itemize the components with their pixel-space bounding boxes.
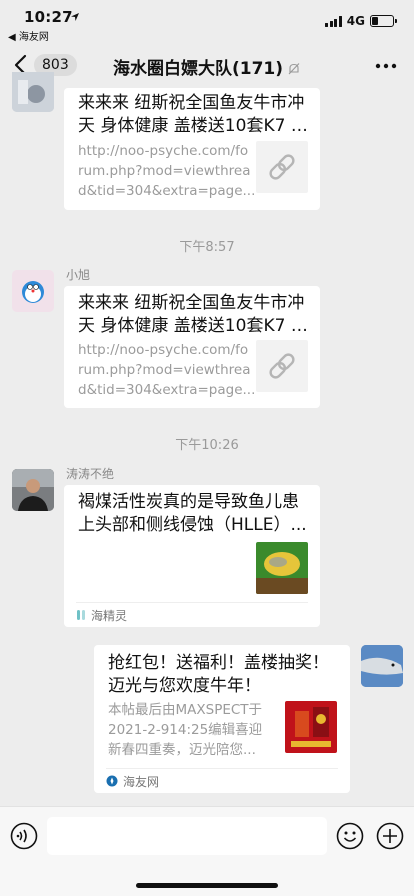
card-title-line1: 来来来 纽斯祝全国鱼友牛市冲 xyxy=(78,293,305,313)
card-title-line1: 抢红包！送福利！盖楼抽奖！ xyxy=(108,653,329,673)
link-card-message[interactable]: 来来来 纽斯祝全国鱼友牛市冲 天 身体健康 盖楼送10套K7 -... http… xyxy=(64,88,320,210)
avatar[interactable] xyxy=(12,72,54,112)
network-type: 4G xyxy=(346,14,365,28)
back-to-app-link[interactable]: ◀ 海友网 xyxy=(8,28,49,43)
sender-name: 涛涛不绝 xyxy=(66,467,115,481)
avatar-self[interactable] xyxy=(361,645,403,687)
card-source: 海友网 xyxy=(106,768,338,793)
link-card-message[interactable]: 来来来 纽斯祝全国鱼友牛市冲 天 身体健康 盖楼送10套K7 -... http… xyxy=(64,286,320,408)
home-indicator xyxy=(136,883,278,888)
card-desc-line1: 本帖最后由MAXSPECT于 xyxy=(108,702,263,718)
battery-icon xyxy=(370,15,397,27)
message-input[interactable] xyxy=(47,817,327,855)
location-arrow-icon xyxy=(71,13,79,21)
chat-title-text: 海水圈白嫖大队(171) xyxy=(112,59,284,79)
card-desc-line2: rum.php?mod=viewthrea xyxy=(78,163,251,179)
status-right: 4G xyxy=(325,14,397,28)
plus-icon[interactable] xyxy=(376,822,404,850)
emoji-icon[interactable] xyxy=(336,822,364,850)
app-card-message[interactable]: 抢红包！送福利！盖楼抽奖！ 迈光与您欢度牛年！ 本帖最后由MAXSPECT于 2… xyxy=(94,645,350,793)
doraemon-avatar-image xyxy=(12,270,54,312)
card-title-line1: 褐煤活性炭真的是导致鱼儿患 xyxy=(78,492,299,512)
card-desc-line3: d&tid=304&extra=page... xyxy=(78,183,256,199)
avatar[interactable] xyxy=(12,270,54,312)
sender-name: 小旭 xyxy=(66,268,91,282)
mute-icon xyxy=(288,63,300,75)
card-desc-line3: d&tid=304&extra=page... xyxy=(78,382,256,398)
link-icon xyxy=(269,154,295,180)
article-thumbnail xyxy=(256,542,308,594)
card-desc-line1: http://noo-psyche.com/fo xyxy=(78,342,249,358)
card-title-line2: 天 身体健康 盖楼送10套K7 -... xyxy=(78,316,308,336)
link-icon xyxy=(269,353,295,379)
fish-photo-image xyxy=(256,542,308,594)
card-desc-line2: 2021-2-914:25编辑喜迎 xyxy=(108,722,263,738)
person-avatar-image xyxy=(12,469,54,511)
mini-program-icon xyxy=(77,610,85,620)
link-thumbnail xyxy=(256,340,308,392)
avatar-image xyxy=(12,72,54,112)
card-desc-line2: rum.php?mod=viewthrea xyxy=(78,362,251,378)
source-name: 海精灵 xyxy=(91,608,128,623)
card-title-line2: 迈光与您欢度牛年！ xyxy=(108,676,261,696)
fish-avatar-image xyxy=(361,645,403,687)
link-thumbnail xyxy=(256,141,308,193)
compass-icon xyxy=(106,775,118,787)
card-title-line1: 来来来 纽斯祝全国鱼友牛市冲 xyxy=(78,93,305,113)
more-options-icon[interactable] xyxy=(374,56,398,76)
source-name: 海友网 xyxy=(123,774,160,789)
status-bar: 10:27 ◀ 海友网 4G xyxy=(0,0,414,44)
status-time: 10:27 xyxy=(24,8,73,26)
input-bar xyxy=(0,806,414,896)
battery-fill xyxy=(372,17,378,25)
card-desc-line1: http://noo-psyche.com/fo xyxy=(78,143,249,159)
article-thumbnail xyxy=(285,701,337,753)
card-title-line2: 上头部和侧线侵蚀（HLLE）... xyxy=(78,515,307,535)
red-envelope-photo-image xyxy=(285,701,337,753)
card-title-line2: 天 身体健康 盖楼送10套K7 -... xyxy=(78,116,308,136)
message-timestamp: 下午10:26 xyxy=(175,438,239,453)
app-card-message[interactable]: 褐煤活性炭真的是导致鱼儿患 上头部和侧线侵蚀（HLLE）... 海精灵 xyxy=(64,485,320,627)
card-desc-line3: 新春四重奏，迈光陪您... xyxy=(108,742,256,758)
avatar[interactable] xyxy=(12,469,54,511)
voice-input-icon[interactable] xyxy=(10,822,38,850)
chat-header: 803 海水圈白嫖大队(171) xyxy=(0,44,414,88)
card-source: 海精灵 xyxy=(76,602,308,627)
chat-title: 海水圈白嫖大队(171) xyxy=(0,54,414,79)
message-timestamp: 下午8:57 xyxy=(179,240,235,255)
signal-icon xyxy=(325,15,342,27)
